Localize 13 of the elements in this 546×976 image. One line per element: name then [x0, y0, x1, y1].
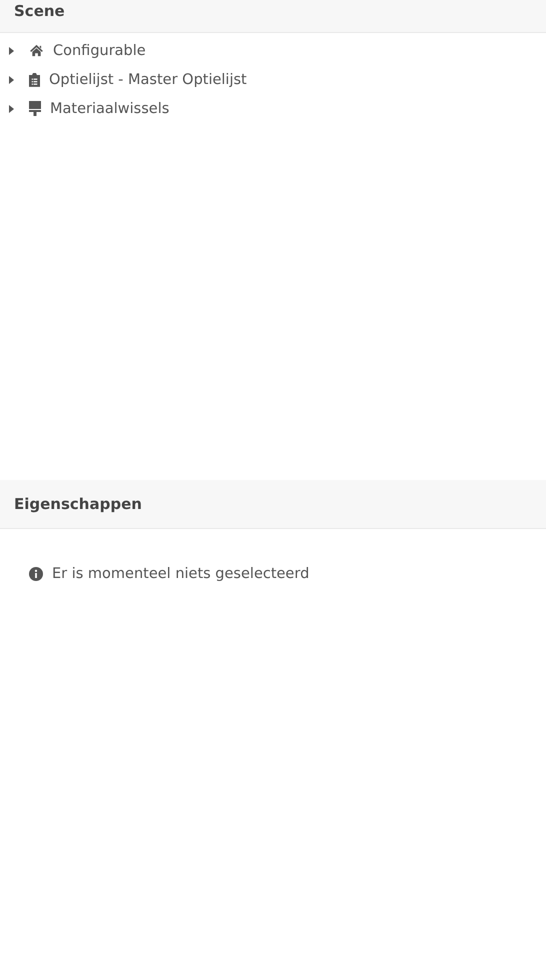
panel-title: Eigenschappen — [14, 495, 142, 513]
clipboard-icon — [29, 72, 40, 86]
home-icon — [29, 44, 44, 57]
empty-message: Er is momenteel niets geselecteerd — [52, 566, 310, 582]
caret-icon[interactable] — [9, 76, 14, 84]
caret-icon[interactable] — [9, 46, 14, 54]
caret-icon[interactable] — [9, 104, 14, 112]
tree-item[interactable]: Materiaalwissels — [50, 100, 170, 116]
panel-title: Scene — [14, 2, 65, 20]
paint-brush-icon — [29, 101, 41, 116]
tree-item[interactable]: Configurable — [53, 42, 146, 58]
tree-item[interactable]: Optielijst - Master Optielijst — [49, 72, 247, 88]
info-icon — [29, 567, 43, 581]
